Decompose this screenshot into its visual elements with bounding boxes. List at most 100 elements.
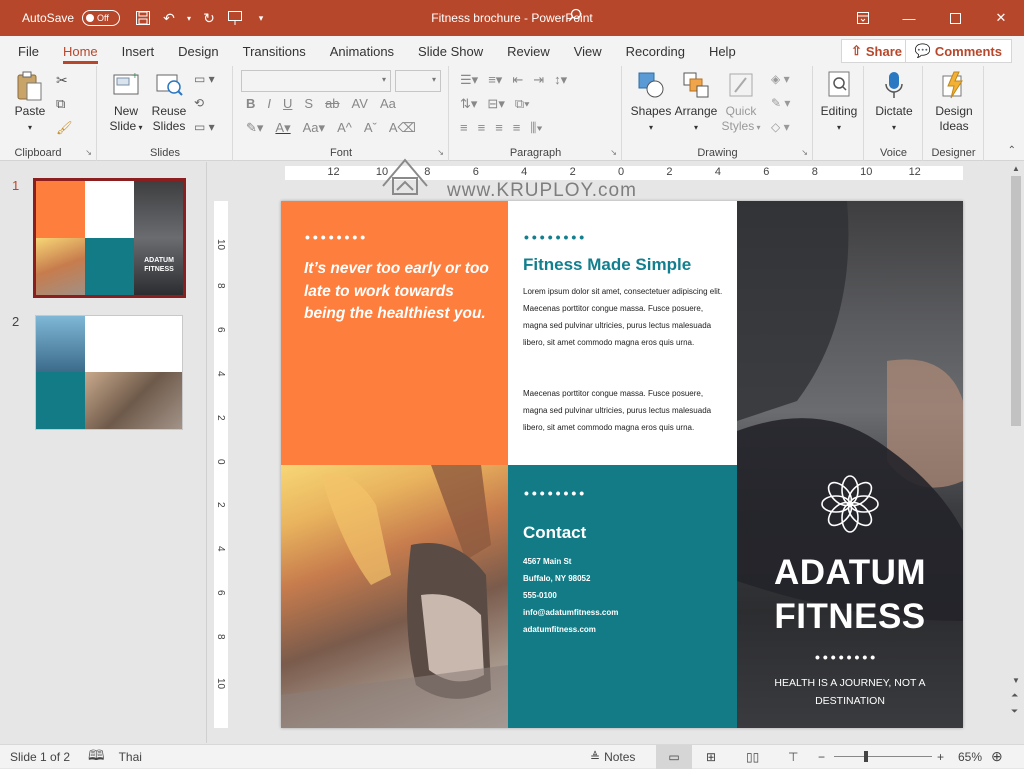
slide-thumbnail-1[interactable]: ADATUM FITNESS [33, 178, 186, 298]
brand-name-line-1[interactable]: ADATUM [737, 553, 963, 593]
comments-button[interactable]: 💬 Comments [904, 39, 1012, 63]
cut-icon[interactable]: ✂ [56, 72, 68, 89]
shape-fill-icon[interactable]: ◈ ▾ [771, 72, 790, 86]
tab-insert[interactable]: Insert [110, 36, 167, 66]
dictate-button[interactable]: Dictate ▾ [871, 70, 917, 135]
tab-view[interactable]: View [562, 36, 614, 66]
smartart-icon[interactable]: ⧉▾ [515, 96, 530, 112]
align-center-icon[interactable]: ≡ [478, 120, 486, 136]
copy-icon[interactable]: ⧉ [56, 96, 65, 112]
intro-heading[interactable]: Fitness Made Simple [523, 255, 691, 275]
quick-styles-button[interactable]: Quick Styles ▾ [719, 70, 763, 135]
underline-icon[interactable]: U [283, 96, 292, 111]
reset-icon[interactable]: ⟲ [194, 96, 204, 110]
align-right-icon[interactable]: ≡ [495, 120, 503, 136]
tab-design[interactable]: Design [166, 36, 230, 66]
slide-sorter-icon[interactable]: ⊞ [706, 750, 716, 764]
line-spacing-icon[interactable]: ↕▾ [554, 72, 567, 88]
previous-slide-icon[interactable]: ⏶ [1011, 690, 1018, 701]
italic-icon[interactable]: I [267, 96, 271, 111]
spelling-check-icon[interactable]: 🕮 [88, 745, 105, 769]
case-icon[interactable]: Aa▾ [303, 120, 325, 136]
tab-help[interactable]: Help [697, 36, 748, 66]
next-slide-icon[interactable]: ⏷ [1011, 706, 1018, 717]
search-icon[interactable] [568, 8, 582, 25]
zoom-level[interactable]: 65% [958, 750, 982, 764]
tagline[interactable]: HEALTH IS A JOURNEY, NOT A DESTINATION [757, 674, 943, 710]
tab-transitions[interactable]: Transitions [231, 36, 318, 66]
undo-dropdown-icon[interactable]: ▾ [184, 7, 194, 29]
tab-slide-show[interactable]: Slide Show [406, 36, 495, 66]
tab-file[interactable]: File [6, 36, 51, 66]
text-direction-icon[interactable]: ⇅▾ [460, 96, 477, 112]
highlight-icon[interactable]: ✎▾ [246, 120, 263, 136]
close-icon[interactable]: ✕ [978, 0, 1024, 36]
maximize-icon[interactable] [932, 0, 978, 36]
slide-thumbnail-2[interactable] [35, 315, 183, 430]
arrange-button[interactable]: Arrange ▾ [673, 70, 719, 135]
minimize-icon[interactable]: — [886, 0, 932, 36]
tab-animations[interactable]: Animations [318, 36, 406, 66]
reading-view-icon[interactable]: ▯▯ [746, 750, 759, 764]
font-family-dropdown[interactable]: ▾ [241, 70, 391, 92]
increase-indent-icon[interactable]: ⇥ [533, 72, 544, 88]
zoom-out-icon[interactable]: − [818, 750, 825, 764]
clear-format-icon[interactable]: A⌫ [389, 120, 416, 136]
justify-icon[interactable]: ≡ [513, 120, 521, 136]
zoom-in-icon[interactable]: + [937, 750, 944, 764]
vertical-scrollbar[interactable]: ▲ ▼ ⏶ ⏷ [1008, 162, 1024, 744]
zoom-slider-thumb[interactable] [864, 751, 868, 762]
editing-button[interactable]: Editing ▾ [816, 70, 862, 135]
shape-effects-icon[interactable]: ◇ ▾ [771, 120, 790, 134]
redo-icon[interactable]: ↻ [198, 7, 220, 29]
drawing-launcher-icon[interactable]: ↘ [801, 148, 808, 157]
grow-font-icon[interactable]: A^ [337, 120, 352, 136]
language-indicator[interactable]: Thai [119, 750, 142, 764]
font-size-dropdown[interactable]: ▾ [395, 70, 441, 92]
spacing-icon[interactable]: AV [352, 96, 368, 111]
numbering-icon[interactable]: ≡▾ [488, 72, 502, 88]
paragraph-launcher-icon[interactable]: ↘ [610, 148, 617, 157]
intro-paragraph-2[interactable]: Maecenas porttitor congue massa. Fusce p… [523, 385, 723, 436]
save-icon[interactable] [132, 7, 154, 29]
align-left-icon[interactable]: ≡ [460, 120, 468, 136]
slideshow-view-icon[interactable]: ⊤ [788, 750, 798, 764]
decrease-indent-icon[interactable]: ⇤ [512, 72, 523, 88]
autosave-toggle[interactable]: Off [82, 10, 121, 26]
shrink-font-icon[interactable]: Aˇ [364, 120, 377, 136]
share-button[interactable]: ⇧ Share [840, 39, 912, 63]
format-painter-icon[interactable]: 🖌 [56, 120, 73, 136]
strikethrough-icon[interactable]: ab [325, 96, 339, 111]
paste-button[interactable]: Paste ▾ [10, 70, 50, 135]
zoom-slider[interactable] [834, 751, 932, 762]
present-icon[interactable] [224, 7, 246, 29]
bold-icon[interactable]: B [246, 96, 255, 111]
shape-outline-icon[interactable]: ✎ ▾ [771, 96, 790, 110]
tab-home[interactable]: Home [51, 36, 110, 66]
scroll-up-icon[interactable]: ▲ [1012, 164, 1020, 173]
undo-icon[interactable]: ↶ [158, 7, 180, 29]
ribbon-display-icon[interactable] [840, 0, 886, 36]
intro-paragraph-1[interactable]: Lorem ipsum dolor sit amet, consectetuer… [523, 283, 723, 351]
reuse-slides-button[interactable]: Reuse Slides [148, 70, 190, 134]
quote-text[interactable]: It’s never too early or too late to work… [304, 258, 489, 326]
section-icon[interactable]: ▭ ▾ [194, 120, 215, 134]
contact-heading[interactable]: Contact [523, 523, 586, 543]
brand-name-line-2[interactable]: FITNESS [737, 597, 963, 637]
align-text-icon[interactable]: ⊟▾ [487, 96, 504, 112]
notes-button[interactable]: ≜ Notes [590, 750, 635, 764]
scroll-thumb[interactable] [1011, 176, 1021, 426]
contact-details[interactable]: 4567 Main St Buffalo, NY 98052 555-0100 … [523, 553, 618, 638]
shadow-icon[interactable]: S [304, 96, 313, 111]
layout-icon[interactable]: ▭ ▾ [194, 72, 215, 86]
bullets-icon[interactable]: ☰▾ [460, 72, 478, 88]
scroll-down-icon[interactable]: ▼ [1012, 676, 1020, 685]
collapse-ribbon-icon[interactable]: ⌃ [1008, 145, 1016, 156]
customize-qat-icon[interactable]: ▾ [250, 7, 272, 29]
slide-canvas[interactable]: •••••••• It’s never too early or too lat… [281, 201, 963, 728]
normal-view-icon[interactable]: ▭ [656, 745, 692, 769]
tab-review[interactable]: Review [495, 36, 562, 66]
clipboard-launcher-icon[interactable]: ↘ [85, 148, 92, 157]
font-launcher-icon[interactable]: ↘ [437, 148, 444, 157]
tab-recording[interactable]: Recording [614, 36, 697, 66]
